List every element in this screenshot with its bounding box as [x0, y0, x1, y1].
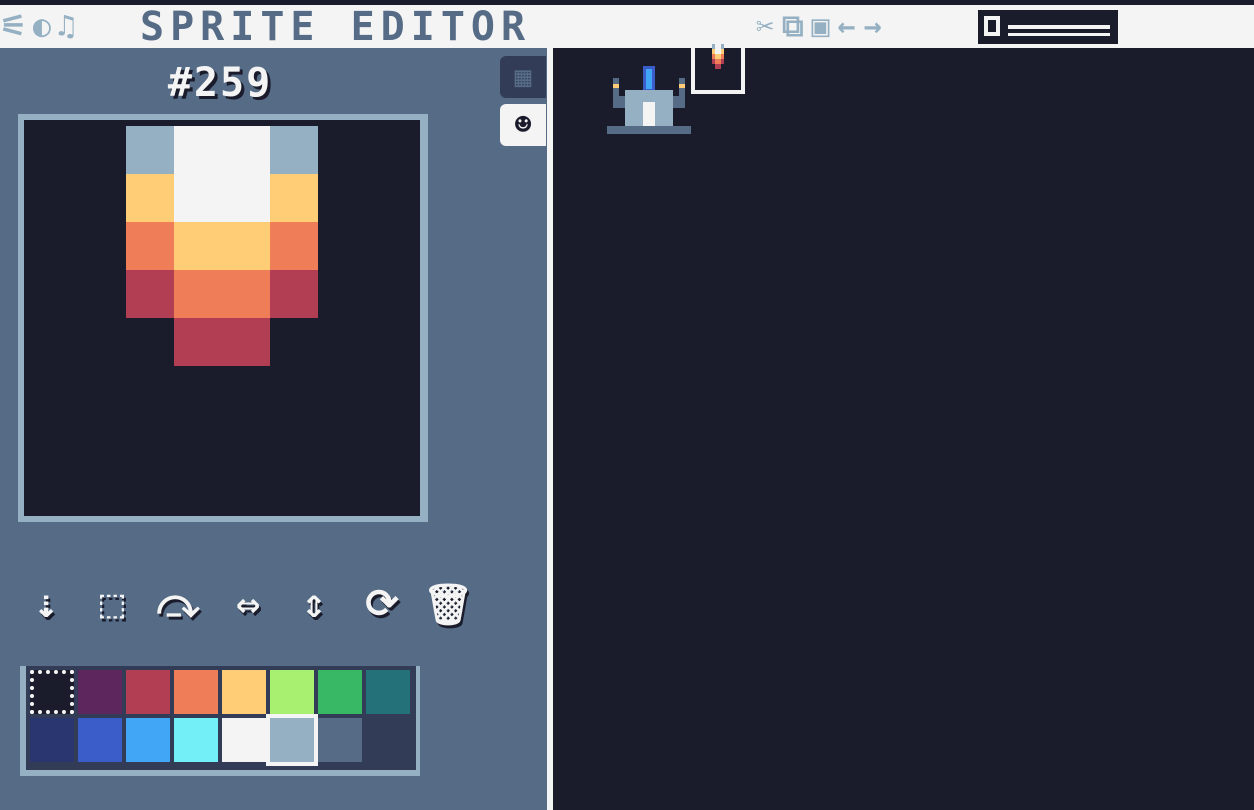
thumbnail-pixel [712, 49, 715, 54]
editor-title: SPRITE EDITOR [140, 4, 532, 50]
sprite-pixel[interactable] [270, 270, 318, 318]
sprite-pixel[interactable] [270, 126, 318, 174]
flip-horizontal-tool[interactable]: ⇔ [226, 576, 270, 632]
palette-swatch[interactable] [266, 714, 318, 766]
drawing-tools: ⇣ ⬚ ⤼ ⇔ ⇕ ⟳ 🗑 [0, 576, 547, 636]
palette-swatch[interactable] [366, 718, 410, 762]
thumbnail-pixel [721, 44, 724, 49]
palette-frame [20, 666, 420, 776]
ship-nose-highlight [646, 69, 652, 89]
thumbnail-pixel [718, 54, 721, 59]
selected-sprite-thumbnail [712, 44, 724, 69]
paste-icon[interactable]: ▣ [811, 10, 829, 44]
palette-swatch[interactable] [222, 718, 266, 762]
cut-icon[interactable]: ✂ [756, 10, 774, 44]
sprite-pixel[interactable] [222, 126, 270, 174]
face-icon: ☻ [514, 108, 532, 141]
palette-swatch[interactable] [30, 718, 74, 762]
thumbnail-pixel [712, 54, 715, 59]
sprite-canvas[interactable] [24, 120, 420, 516]
sprite-id-label: #259 [167, 60, 273, 106]
redo-icon[interactable]: → [864, 10, 882, 44]
ship-cockpit [643, 102, 655, 126]
map-mode-icon[interactable]: ◐ [33, 10, 51, 44]
sprite-pixel[interactable] [126, 174, 174, 222]
thumbnail-pixel [718, 44, 721, 49]
sprite-sheet[interactable] [553, 44, 1254, 810]
code-mode-icon[interactable]: ⚟ [0, 10, 27, 44]
rotate-tool[interactable]: ⟳ [360, 576, 404, 632]
thumbnail-pixel [715, 59, 718, 64]
sprite-pixel[interactable] [174, 174, 222, 222]
palette-swatch[interactable] [270, 670, 314, 714]
palette-swatch[interactable] [222, 670, 266, 714]
sprite-pixel[interactable] [222, 174, 270, 222]
copy-icon[interactable]: ⧉ [782, 10, 803, 44]
delete-tool[interactable]: 🗑 [423, 576, 474, 632]
sprite-canvas-frame [18, 114, 428, 522]
bank-slider-knob[interactable] [984, 16, 1000, 36]
sprite-pixel[interactable] [174, 318, 222, 366]
thumbnail-pixel [718, 59, 721, 64]
editor-mode-icons: ⚟ ◐ ♫ [0, 10, 75, 44]
undo-icon[interactable]: ← [838, 10, 856, 44]
ship-right-light [679, 84, 685, 88]
music-mode-icon[interactable]: ♫ [57, 10, 75, 44]
palette-swatch[interactable] [366, 670, 410, 714]
bank-slider-track [1008, 25, 1110, 29]
palette-swatch[interactable] [318, 718, 362, 762]
ship-left-light [613, 84, 619, 88]
tab-sprite-grid[interactable]: ▦ [500, 56, 546, 98]
palette-swatch[interactable] [126, 718, 170, 762]
thumbnail-pixel [721, 54, 724, 59]
sprite-pixel[interactable] [270, 222, 318, 270]
ship-sprite[interactable] [607, 66, 691, 138]
edit-actions: ✂ ⧉ ▣ ← → [756, 10, 882, 44]
sprite-pixel[interactable] [222, 270, 270, 318]
select-tool[interactable]: ⬚ [90, 576, 134, 632]
sprite-pixel[interactable] [126, 222, 174, 270]
sprite-pixel[interactable] [174, 126, 222, 174]
thumbnail-pixel [721, 49, 724, 54]
thumbnail-pixel [718, 64, 721, 69]
sprite-pixel[interactable] [222, 318, 270, 366]
bank-slider-track-shadow [1008, 33, 1110, 36]
thumbnail-pixel [712, 59, 715, 64]
flip-vertical-tool[interactable]: ⇕ [292, 576, 336, 632]
sprite-editor-panel: #259 ▦ ☻ ⇣ ⬚ ⤼ ⇔ ⇕ ⟳ 🗑 [0, 48, 547, 810]
thumbnail-pixel [715, 64, 718, 69]
bank-slider[interactable] [978, 10, 1118, 44]
thumbnail-pixel [721, 59, 724, 64]
palette-swatch[interactable] [78, 718, 122, 762]
grid-icon: ▦ [514, 60, 532, 93]
ship-base [607, 126, 691, 134]
sprite-pixel[interactable] [270, 174, 318, 222]
brush-tool[interactable]: ⇣ [24, 576, 68, 632]
sprite-pixel[interactable] [126, 126, 174, 174]
thumbnail-pixel [715, 49, 718, 54]
sprite-pixel[interactable] [126, 270, 174, 318]
thumbnail-pixel [718, 49, 721, 54]
thumbnail-pixel [715, 54, 718, 59]
thumbnail-pixel [712, 44, 715, 49]
palette-swatch[interactable] [174, 670, 218, 714]
sprite-pixel[interactable] [174, 222, 222, 270]
palette-swatch[interactable] [174, 718, 218, 762]
sprite-pixel[interactable] [222, 222, 270, 270]
fill-tool[interactable]: ⤼ [156, 576, 200, 632]
tab-sprites-face[interactable]: ☻ [500, 104, 546, 146]
palette-swatch[interactable] [318, 670, 362, 714]
palette-swatch[interactable] [30, 670, 74, 714]
sprite-pixel[interactable] [174, 270, 222, 318]
color-palette [26, 666, 416, 770]
selected-sprite-cursor[interactable] [691, 44, 745, 94]
top-toolbar: ⚟ ◐ ♫ SPRITE EDITOR ✂ ⧉ ▣ ← → [0, 0, 1254, 48]
thumbnail-pixel [715, 44, 718, 49]
palette-swatch[interactable] [78, 670, 122, 714]
palette-swatch[interactable] [126, 670, 170, 714]
